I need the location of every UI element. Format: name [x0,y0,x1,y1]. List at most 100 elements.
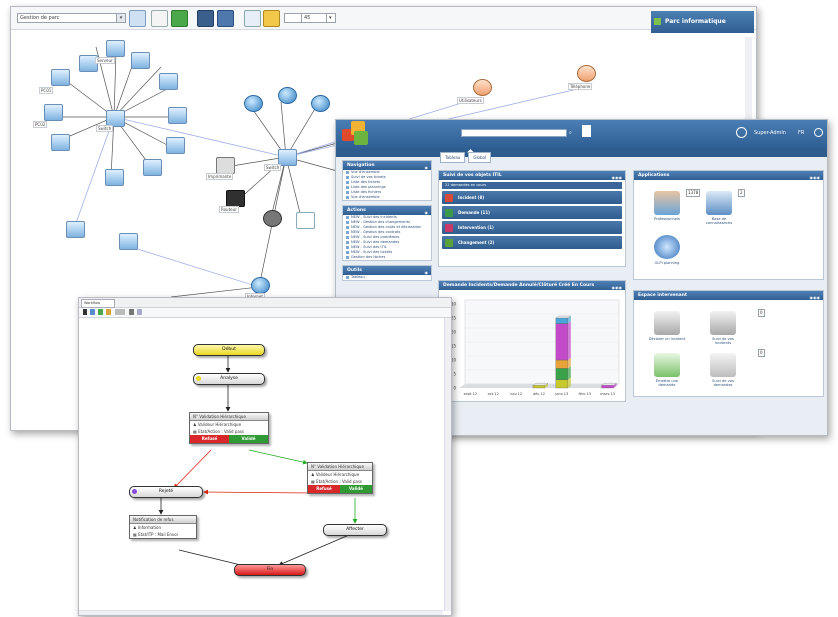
emit-request[interactable]: Émettre une demande [648,353,686,387]
validation-line: Valideur Hiérarchique [315,472,360,477]
validation-node-1[interactable]: N° Validation Hiérarchique ♟ Valideur Hi… [189,412,269,444]
itil-row-demande[interactable]: Demande (11) [442,206,622,219]
bar-segment [555,379,569,389]
router-icon[interactable] [226,190,245,207]
bar-side [567,321,571,360]
tools-item[interactable]: Tableau [343,275,431,280]
first-aid-plus-icon [710,311,736,335]
notification-line: Information [137,525,162,530]
app-label: Professionnels [654,217,680,221]
validation-line: Etat/Action : Valid pass [316,479,363,484]
computer-icon[interactable] [168,107,187,124]
end-node[interactable]: Fin [234,564,306,576]
validation-line: Valideur Hiérarchique [197,422,242,427]
glpi-subheader [336,148,827,157]
computer-icon[interactable] [131,52,150,69]
search-input[interactable] [461,129,567,137]
globe-icon[interactable] [311,95,330,112]
help-icon[interactable] [736,127,747,138]
analyse-label: Analyse [220,376,238,381]
espace-count: 0 [758,349,765,357]
validation-title: N° Validation Hiérarchique [308,463,372,471]
itil-row-changement[interactable]: Changement (2) [442,236,622,249]
computer-icon[interactable] [143,159,162,176]
validation-line: Etat/Action : Valid pass [198,429,245,434]
panel-controls-icon[interactable]: ◉◉◉ [810,173,820,180]
refuse-button[interactable]: Refusé [190,435,229,443]
app-professionnels[interactable]: Professionnels [648,191,686,221]
itil-row-incident[interactable]: Incident (8) [442,191,622,204]
espace-intervenant-panel: Espace intervenant ◉◉◉ Déclarer un incide… [633,290,824,397]
app-planning[interactable]: GLPI planning [648,235,686,265]
start-node[interactable]: Début [193,344,265,356]
panel-controls-icon[interactable]: ◉◉◉ [612,283,622,290]
header-user: Super-Admin [754,130,786,136]
users-icon[interactable] [473,79,492,96]
document-icon[interactable] [582,125,591,137]
search-icon[interactable]: ⌕ [569,130,572,136]
affecter-node[interactable]: Affecter [323,524,387,536]
bar-segment [555,317,569,324]
computer-icon[interactable] [105,169,124,186]
computer-icon[interactable] [44,104,63,121]
disk-icon[interactable] [263,210,282,227]
action-item[interactable]: Gestion des tâches [343,255,431,260]
printer-node-icon[interactable] [216,157,235,174]
cart-add-icon [654,353,680,377]
accept-button[interactable]: Validé [229,435,268,443]
globe-icon[interactable] [278,87,297,104]
tab-bar: Tableau Global [440,152,494,163]
bar-segment [555,359,569,369]
follow-requests[interactable]: Suivi de vos demandes [704,353,742,387]
app-count: 2 [738,189,745,197]
computer-icon[interactable] [66,221,85,238]
globe-icon[interactable] [244,95,263,112]
tools-box: Outils ◉ Tableau [342,265,432,281]
computer-icon[interactable] [159,73,178,90]
tab-tableau[interactable]: Tableau [440,152,466,163]
node-label: Imprimante [206,173,234,180]
x-tick-label: mars.13 [600,392,615,396]
navigation-title: Navigation [347,163,375,168]
node-label: PC01 [39,87,54,94]
bar-side [567,366,571,380]
analyse-node[interactable]: Analyse [193,373,265,385]
server-icon[interactable] [106,40,125,57]
incident-icon [445,194,453,202]
nav-item[interactable]: Vue d'ensemble [343,195,431,200]
user-icon[interactable] [577,65,596,82]
notification-node[interactable]: Notification de refus ♟ Information ▦ Et… [129,515,197,539]
itil-subtitle-bar[interactable]: 22 demandes en cours [442,182,622,189]
computer-icon[interactable] [51,134,70,151]
internet-globe-icon[interactable] [251,277,270,294]
refuse-button[interactable]: Refusé [308,485,340,493]
computer-icon[interactable] [166,137,185,154]
logout-icon[interactable] [814,128,823,137]
node-label: Utilisateurs [457,97,484,104]
yellow-dot-icon [196,376,201,381]
follow-incidents[interactable]: Suivi de vos incidents [704,311,742,345]
tab-global[interactable]: Global [468,152,492,163]
computer-icon[interactable] [51,69,70,86]
panel-controls-icon[interactable]: ◉◉◉ [810,293,820,300]
accept-button[interactable]: Validé [340,485,372,493]
app-knowledge-base[interactable]: Base de connaissances [700,191,738,225]
validation-title: N° Validation Hiérarchique [190,413,268,421]
espace-label: Suivi de vos demandes [712,379,734,387]
panel-controls-icon[interactable]: ◉◉◉ [612,173,622,180]
actions-box: Actions ◉ NEW - Suivi des incidents NEW -… [342,205,432,261]
user-menu[interactable]: Super-Admin [754,130,786,136]
rejected-node[interactable]: Rejeté [129,486,203,498]
validation-node-2[interactable]: N° Validation Hiérarchique ♟ Valideur Hi… [307,462,373,494]
computer-icon[interactable] [119,233,138,250]
applications-title: Applications [638,173,670,178]
book-icon [706,191,732,215]
language-select[interactable]: FR [798,130,804,136]
itil-row-intervention[interactable]: Intervention (1) [442,221,622,234]
espace-title: Espace intervenant [638,293,688,298]
declare-incident[interactable]: Déclarer un incident [648,311,686,341]
glpi-header: ⌕ Super-Admin FR [336,120,827,148]
x-tick-label: janv.13 [554,392,568,396]
antenna-icon[interactable] [296,212,315,229]
node-label: PC02 [33,121,48,128]
